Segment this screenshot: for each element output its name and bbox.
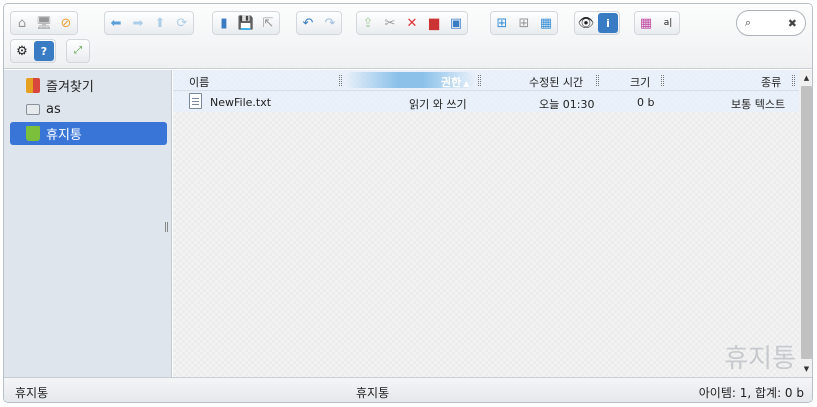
select-icon[interactable]: ⇱ [258, 13, 278, 33]
cut-icon[interactable]: ✂ [380, 13, 400, 33]
column-header-permission[interactable]: 권한 ▲ [441, 74, 469, 90]
fullscreen-icon[interactable]: ⤢ [68, 41, 88, 61]
disabled-icon[interactable]: ⊘ [56, 13, 76, 33]
sidebar-item-favorites[interactable]: 즐겨찾기 [10, 74, 167, 97]
network-drive-icon[interactable]: 🖥 [34, 13, 54, 33]
info-icon[interactable]: i [598, 13, 618, 33]
sidebar-item-drive-as[interactable]: as [10, 98, 167, 121]
toolbar-group-misc: ▦ a| [634, 11, 680, 35]
drive-icon [26, 104, 40, 115]
sidebar-item-label: 즐겨찾기 [46, 80, 94, 95]
table-row[interactable]: NewFile.txt 읽기 와 쓰기 오늘 01:30 0 b 보통 텍스트 [173, 91, 799, 112]
trash-bin-icon [26, 126, 40, 141]
sidebar-item-label: 휴지통 [46, 128, 82, 143]
toolbar-group-settings: ⚙ ? [10, 39, 56, 63]
view-grid-icon[interactable]: ⊞ [514, 13, 534, 33]
search-input[interactable] [752, 16, 787, 30]
help-icon[interactable]: ? [34, 41, 54, 61]
vertical-scrollbar[interactable]: ▲ ▼ [799, 70, 812, 377]
delete-icon[interactable]: ✕ [402, 13, 422, 33]
view-large-icon[interactable]: ⊞ [492, 13, 512, 33]
column-resize-grip[interactable] [596, 75, 599, 86]
save-icon[interactable]: 💾 [236, 13, 256, 33]
favorites-icon [26, 78, 40, 93]
scroll-down-arrow-icon[interactable]: ▼ [799, 363, 812, 375]
rename-icon[interactable]: a| [658, 13, 678, 33]
column-resize-grip[interactable] [478, 75, 481, 86]
sidebar-item-trash[interactable]: 휴지통 [10, 122, 167, 145]
cell-kind: 보통 텍스트 [731, 98, 786, 111]
toolbar-group-fullscreen: ⤢ [66, 39, 90, 63]
toolbar-group-views: ⊞ ⊞ ▦ [490, 11, 558, 35]
view-list-icon[interactable]: ▦ [536, 13, 556, 33]
column-resize-grip[interactable] [661, 75, 664, 86]
toolbar-group-navigation-home: ⌂ 🖥 ⊘ [10, 11, 78, 35]
column-resize-grip[interactable] [339, 75, 342, 86]
toolbar-group-edit: ⇪ ✂ ✕ ▆ ▣ [356, 11, 468, 35]
trash-icon[interactable]: ▆ [424, 13, 444, 33]
column-header-kind[interactable]: 종류 [761, 74, 781, 90]
resize-icon[interactable]: ▣ [446, 13, 466, 33]
toolbar-group-undo: ↶ ↷ [296, 11, 342, 35]
status-bar: 휴지통 휴지통 아이템: 1, 합계: 0 b [4, 377, 812, 402]
cell-modified: 오늘 01:30 [539, 98, 595, 111]
up-arrow-icon[interactable]: ⬆ [150, 13, 170, 33]
search-box[interactable]: ⌕ ✖ [736, 10, 806, 36]
sidebar-resize-handle[interactable] [165, 222, 168, 232]
status-summary: 아이템: 1, 합계: 0 b [698, 386, 804, 400]
forward-arrow-icon[interactable]: ➡ [128, 13, 148, 33]
status-path: 휴지통 [15, 386, 49, 400]
open-icon[interactable]: ▮ [214, 13, 234, 33]
settings-gear-icon[interactable]: ⚙ [12, 41, 32, 61]
preview-eye-icon[interactable]: 👁 [576, 13, 596, 33]
status-selection: 휴지통 [356, 386, 390, 400]
sidebar-item-label: as [46, 102, 61, 117]
back-arrow-icon[interactable]: ⬅ [106, 13, 126, 33]
toolbar-group-info: 👁 i [574, 11, 620, 35]
grid-view-icon[interactable]: ▦ [636, 13, 656, 33]
undo-icon[interactable]: ↶ [298, 13, 318, 33]
clear-search-icon[interactable]: ✖ [788, 17, 797, 30]
scroll-up-arrow-icon[interactable]: ▲ [799, 72, 812, 84]
table-header: 이름 권한 ▲ 수정된 시간 크기 종류 [173, 70, 799, 91]
sort-ascending-icon: ▲ [463, 79, 470, 88]
cell-name: NewFile.txt [210, 96, 272, 109]
column-header-modified[interactable]: 수정된 시간 [529, 74, 583, 90]
toolbar-group-file: ▮ 💾 ⇱ [212, 11, 280, 35]
home-icon[interactable]: ⌂ [12, 13, 32, 33]
column-header-name[interactable]: 이름 [189, 74, 209, 90]
folder-watermark: 휴지통 [724, 344, 796, 374]
scrollbar-thumb[interactable] [801, 86, 812, 359]
cell-size: 0 b [637, 96, 655, 109]
cell-permission: 읽기 와 쓰기 [409, 98, 467, 111]
toolbar-group-history: ⬅ ➡ ⬆ ⟳ [104, 11, 194, 35]
column-header-size[interactable]: 크기 [630, 74, 650, 90]
column-header-permission-label: 권한 [441, 76, 462, 89]
sidebar: 즐겨찾기 as 휴지통 [4, 70, 172, 377]
upload-icon[interactable]: ⇪ [358, 13, 378, 33]
redo-icon[interactable]: ↷ [320, 13, 340, 33]
reload-icon[interactable]: ⟳ [172, 13, 192, 33]
search-icon: ⌕ [745, 16, 752, 29]
column-resize-grip[interactable] [792, 75, 795, 86]
toolbar: ⌂ 🖥 ⊘ ⬅ ➡ ⬆ ⟳ ▮ 💾 ⇱ ↶ ↷ ⇪ ✂ ✕ ▆ ▣ ⊞ ⊞ ▦ … [4, 4, 812, 69]
file-list-pane: 이름 권한 ▲ 수정된 시간 크기 종류 NewFile.txt 읽기 와 쓰기 … [173, 70, 812, 377]
text-file-icon [189, 93, 202, 109]
file-manager-window: ⌂ 🖥 ⊘ ⬅ ➡ ⬆ ⟳ ▮ 💾 ⇱ ↶ ↷ ⇪ ✂ ✕ ▆ ▣ ⊞ ⊞ ▦ … [3, 3, 813, 403]
